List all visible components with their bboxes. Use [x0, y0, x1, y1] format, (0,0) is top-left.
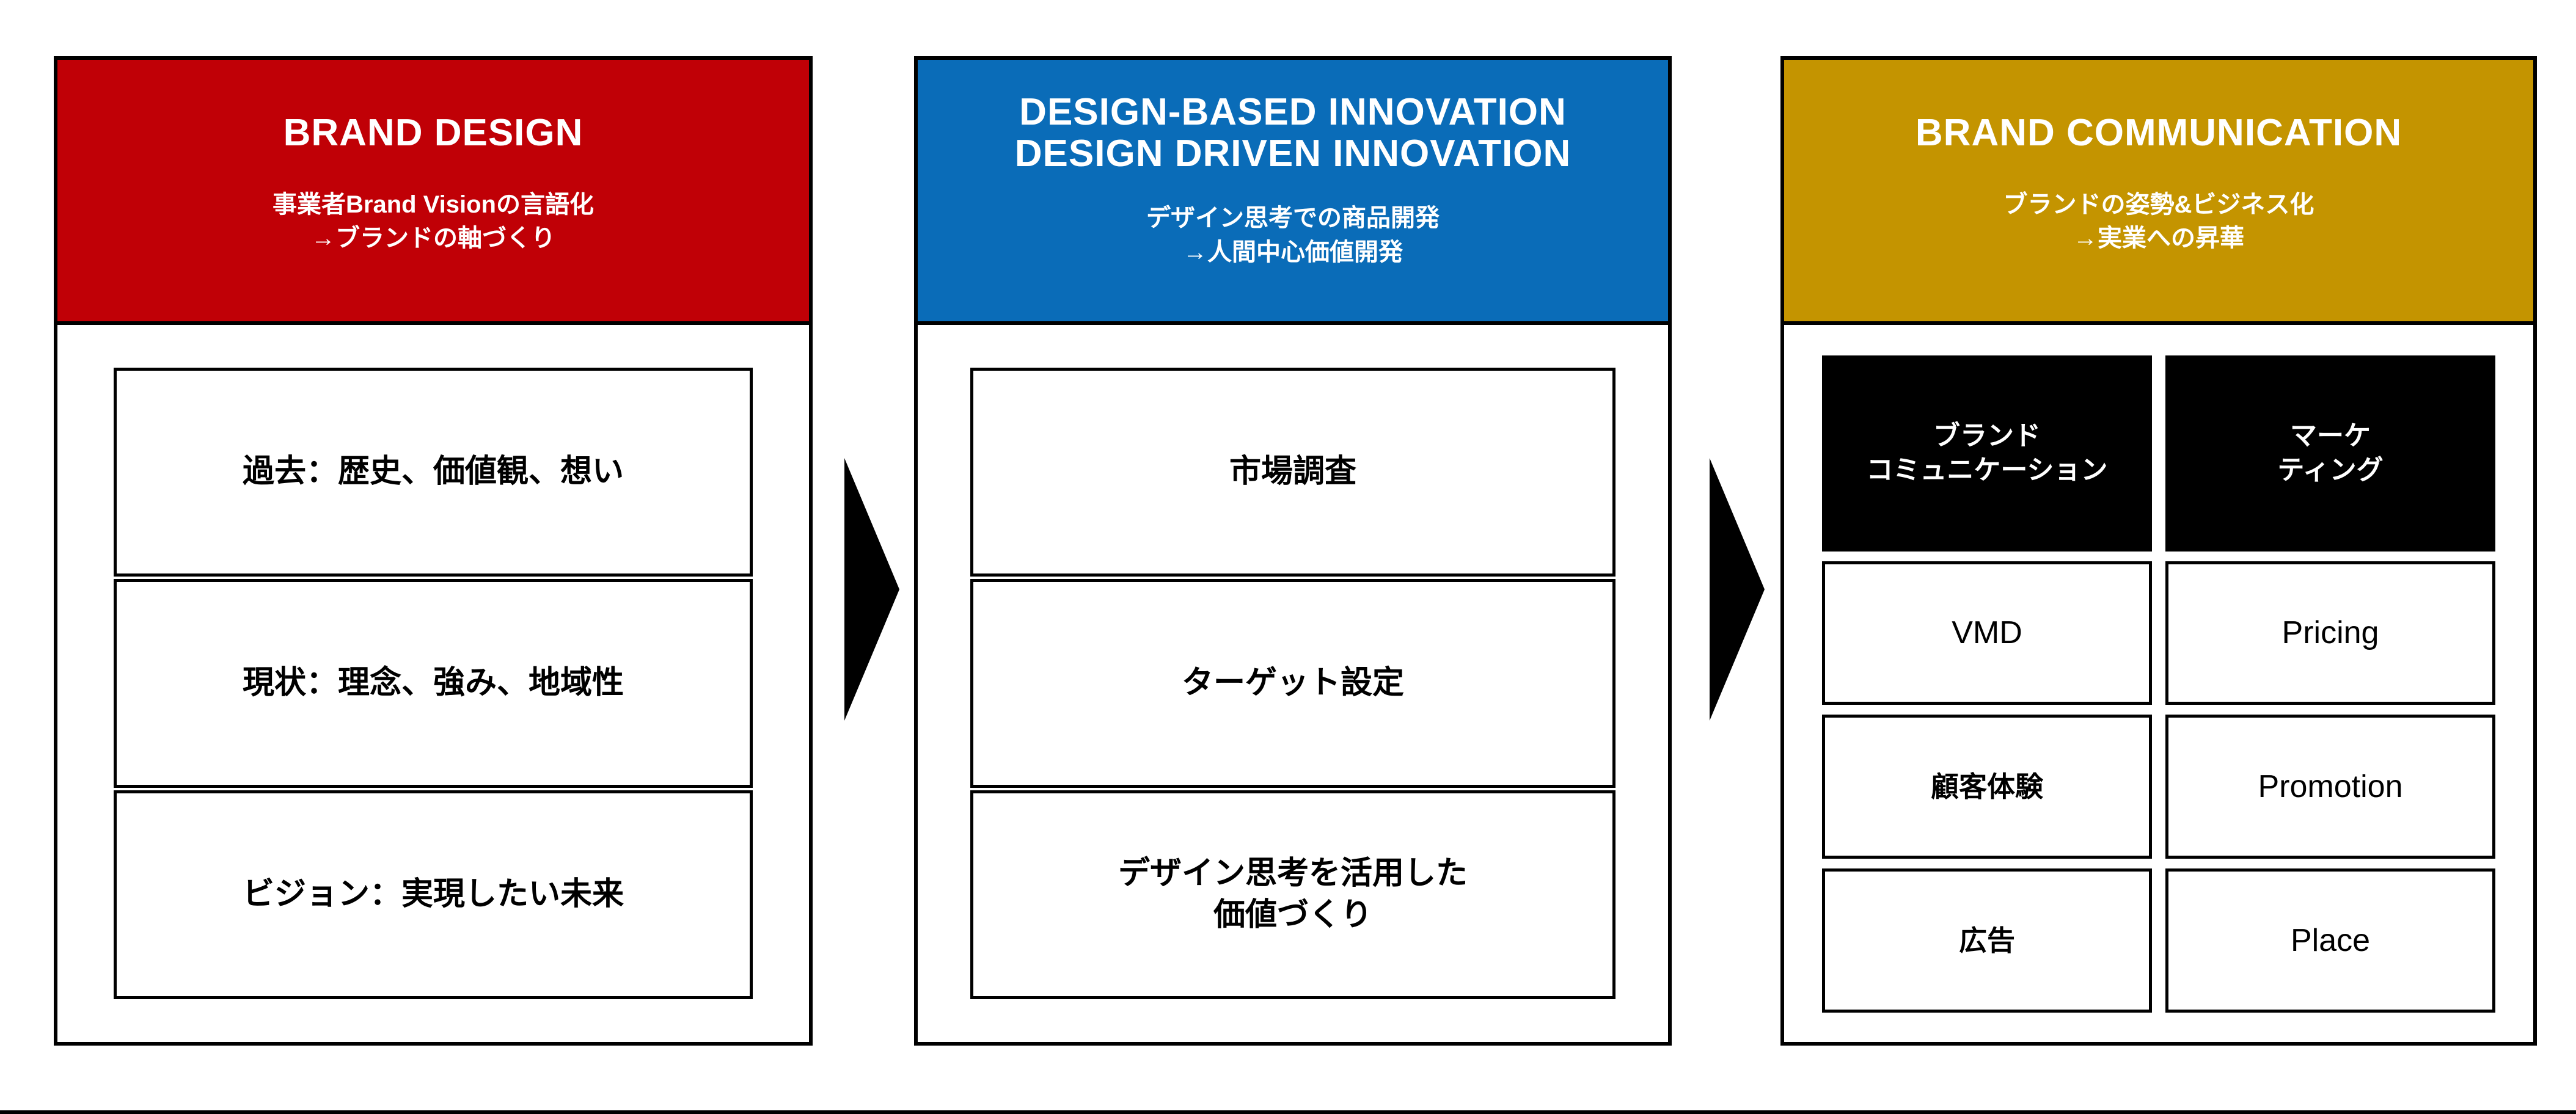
brand-design-item-stack: 過去：歴史、価値観、想い 現状：理念、強み、地域性 ビジョン：実現したい未来	[114, 368, 753, 999]
grid-cell-promotion: Promotion	[2165, 715, 2495, 859]
brand-design-item-vision: ビジョン：実現したい未来	[114, 790, 753, 999]
column-brand-communication-subtitle: ブランドの姿勢&ビジネス化 →実業への昇華	[2003, 191, 2314, 252]
grid-cell-place: Place	[2165, 868, 2495, 1013]
design-innovation-item-market-research: 市場調査	[970, 368, 1615, 577]
brand-design-item-past: 過去：歴史、価値観、想い	[114, 368, 753, 577]
column-brand-design: BRAND DESIGN 事業者Brand Visionの言語化 →ブランドの軸…	[54, 56, 813, 1046]
column-brand-design-header: BRAND DESIGN 事業者Brand Visionの言語化 →ブランドの軸…	[57, 60, 809, 325]
column-brand-communication: BRAND COMMUNICATION ブランドの姿勢&ビジネス化 →実業への昇…	[1780, 56, 2537, 1046]
grid-cell-marketing: マーケ ティング	[2165, 355, 2495, 552]
column-design-innovation-title: DESIGN-BASED INNOVATION DESIGN DRIVEN IN…	[1014, 91, 1572, 175]
column-design-innovation-body: 市場調査 ターゲット設定 デザイン思考を活用した 価値づくり	[918, 325, 1668, 1042]
grid-cell-brand-communication: ブランド コミュニケーション	[1822, 355, 2152, 552]
grid-cell-customer-experience: 顧客体験	[1822, 715, 2152, 859]
column-design-innovation-header: DESIGN-BASED INNOVATION DESIGN DRIVEN IN…	[918, 60, 1668, 325]
design-innovation-item-target-setting: ターゲット設定	[970, 579, 1615, 788]
column-design-innovation-subtitle: デザイン思考での商品開発 →人間中心価値開発	[1146, 205, 1440, 266]
column-brand-communication-body: ブランド コミュニケーション マーケ ティング VMD Pricing 顧客体験…	[1784, 325, 2533, 1042]
design-innovation-item-stack: 市場調査 ターゲット設定 デザイン思考を活用した 価値づくり	[970, 368, 1615, 999]
column-brand-design-body: 過去：歴史、価値観、想い 現状：理念、強み、地域性 ビジョン：実現したい未来	[57, 325, 809, 1042]
diagram-canvas: BRAND DESIGN 事業者Brand Visionの言語化 →ブランドの軸…	[0, 0, 2576, 1114]
column-brand-communication-header: BRAND COMMUNICATION ブランドの姿勢&ビジネス化 →実業への昇…	[1784, 60, 2533, 325]
column-brand-design-subtitle: 事業者Brand Visionの言語化 →ブランドの軸づくり	[273, 191, 594, 252]
arrow-innovation-to-communication-icon	[1710, 458, 1765, 721]
grid-cell-vmd: VMD	[1822, 561, 2152, 705]
column-design-innovation: DESIGN-BASED INNOVATION DESIGN DRIVEN IN…	[914, 56, 1672, 1046]
grid-cell-advertising: 広告	[1822, 868, 2152, 1013]
grid-cell-pricing: Pricing	[2165, 561, 2495, 705]
column-brand-design-title: BRAND DESIGN	[283, 112, 584, 154]
brand-communication-grid: ブランド コミュニケーション マーケ ティング VMD Pricing 顧客体験…	[1822, 355, 2495, 1013]
arrow-brand-design-to-innovation-icon	[844, 458, 899, 721]
column-brand-communication-title: BRAND COMMUNICATION	[1915, 112, 2402, 154]
brand-design-item-present: 現状：理念、強み、地域性	[114, 579, 753, 788]
design-innovation-item-value-creation: デザイン思考を活用した 価値づくり	[970, 790, 1615, 999]
